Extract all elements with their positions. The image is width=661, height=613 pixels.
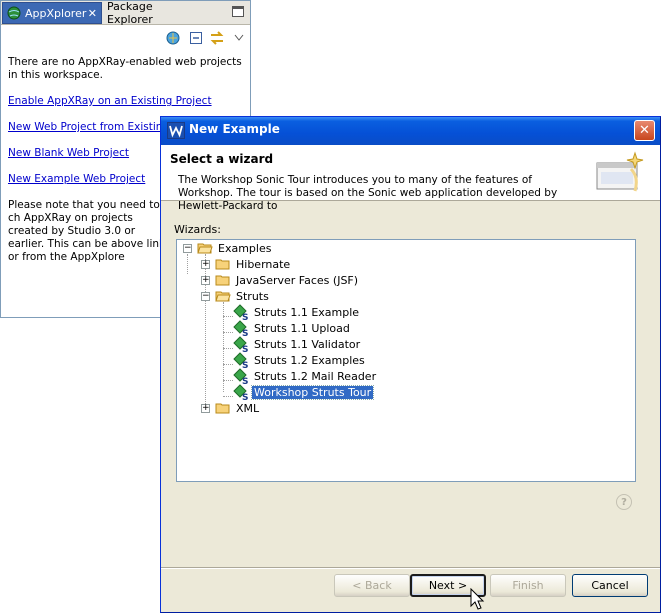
open-folder-icon — [215, 291, 231, 302]
tree-node-label: Struts 1.2 Examples — [254, 353, 365, 367]
svg-text:S: S — [242, 377, 248, 384]
expand-hibernate-icon[interactable]: + — [201, 260, 210, 269]
tree-node-label: Struts 1.2 Mail Reader — [254, 369, 377, 383]
wizards-tree[interactable]: − Examples + Hibernate + JavaServer Face… — [176, 239, 636, 482]
no-projects-text: There are no AppXRay-enabled web project… — [8, 56, 242, 81]
tab-appxplorer[interactable]: AppXplorer ✕ — [2, 2, 102, 24]
folder-icon — [215, 259, 230, 270]
tree-connector — [223, 396, 233, 397]
tree-node-workshop-struts-tour[interactable]: S Workshop Struts Tour — [233, 384, 375, 400]
wizards-label: Wizards: — [174, 223, 221, 236]
tab-package-explorer[interactable]: Package Explorer — [103, 0, 203, 26]
footer-divider — [161, 567, 660, 569]
tree-node-label: Workshop Struts Tour — [250, 384, 375, 400]
workshop-app-icon — [167, 122, 185, 139]
folder-icon — [215, 275, 230, 286]
dialog-titlebar[interactable]: New Example ✕ — [161, 117, 660, 145]
tree-node-label: Struts 1.1 Validator — [254, 337, 361, 351]
tree-node-label: Examples — [218, 241, 272, 255]
tree-connector — [223, 348, 233, 349]
tree-node-label: Hibernate — [236, 257, 291, 271]
tree-node-label: Struts 1.1 Upload — [254, 321, 350, 335]
refresh-globe-icon[interactable] — [164, 29, 182, 47]
collapse-examples-icon[interactable]: − — [183, 244, 192, 253]
svg-text:S: S — [242, 313, 248, 320]
view-menu-chevron-down-icon[interactable] — [230, 29, 248, 47]
tab-package-explorer-label: Package Explorer — [107, 0, 153, 26]
tree-node-label: JavaServer Faces (JSF) — [236, 273, 359, 287]
finish-button[interactable]: Finish — [490, 574, 566, 597]
wizard-header-description: The Workshop Sonic Tour introduces you t… — [178, 174, 558, 212]
tree-connector — [223, 380, 233, 381]
tree-connector — [223, 332, 233, 333]
note-text: Please note that you need to ch AppXRay … — [8, 199, 166, 263]
tree-node-hibernate[interactable]: Hibernate — [215, 256, 292, 272]
expand-xml-icon[interactable]: + — [201, 404, 210, 413]
back-button[interactable]: < Back — [334, 574, 410, 597]
tree-connector — [187, 254, 188, 274]
collapse-all-icon[interactable] — [187, 29, 205, 47]
tree-node-struts-1-1-example[interactable]: S Struts 1.1 Example — [233, 304, 361, 320]
tree-node-struts-1-1-upload[interactable]: S Struts 1.1 Upload — [233, 320, 352, 336]
close-dialog-button[interactable]: ✕ — [634, 120, 655, 141]
wizard-banner-icon — [595, 151, 645, 194]
tree-node-struts[interactable]: Struts — [215, 288, 271, 304]
tree-connector — [223, 364, 233, 365]
new-example-dialog: New Example ✕ Select a wizard The Worksh… — [160, 116, 661, 613]
struts-wizard-icon: S — [233, 384, 248, 400]
maximize-view-icon[interactable] — [232, 6, 244, 17]
help-icon[interactable]: ? — [616, 494, 632, 510]
globe-icon — [7, 6, 21, 20]
struts-wizard-icon: S — [233, 368, 248, 384]
wizard-header-title: Select a wizard — [170, 152, 274, 166]
open-folder-icon — [197, 243, 213, 254]
enable-appxray-link[interactable]: Enable AppXRay on an Existing Project — [8, 95, 248, 108]
tree-node-examples[interactable]: Examples — [197, 240, 273, 256]
svg-text:S: S — [242, 361, 248, 368]
tree-connector — [223, 316, 233, 317]
struts-wizard-icon: S — [233, 352, 248, 368]
tab-appxplorer-label: AppXplorer — [25, 6, 87, 20]
wizard-header: Select a wizard The Workshop Sonic Tour … — [161, 145, 660, 212]
tree-node-jsf[interactable]: JavaServer Faces (JSF) — [215, 272, 360, 288]
tree-node-struts-1-2-mail-reader[interactable]: S Struts 1.2 Mail Reader — [233, 368, 378, 384]
tree-node-struts-1-2-examples[interactable]: S Struts 1.2 Examples — [233, 352, 367, 368]
tree-node-label: Struts — [236, 289, 269, 303]
tree-node-struts-1-1-validator[interactable]: S Struts 1.1 Validator — [233, 336, 362, 352]
link-with-editor-icon[interactable] — [208, 29, 226, 47]
view-tab-bar: AppXplorer ✕ Package Explorer — [1, 0, 250, 26]
view-toolbar — [1, 26, 250, 50]
cancel-button[interactable]: Cancel — [572, 574, 648, 597]
svg-text:S: S — [242, 345, 248, 352]
folder-icon — [215, 403, 230, 414]
tree-node-label: XML — [236, 401, 260, 415]
expand-jsf-icon[interactable]: + — [201, 276, 210, 285]
tree-node-label: Struts 1.1 Example — [254, 305, 360, 319]
struts-wizard-icon: S — [233, 336, 248, 352]
mouse-pointer-icon — [470, 588, 485, 610]
svg-text:S: S — [242, 393, 248, 400]
tree-node-xml[interactable]: XML — [215, 400, 261, 416]
collapse-struts-icon[interactable]: − — [201, 292, 210, 301]
struts-wizard-icon: S — [233, 304, 248, 320]
svg-text:S: S — [242, 329, 248, 336]
dialog-title: New Example — [189, 122, 280, 136]
close-icon[interactable]: ✕ — [88, 7, 97, 20]
struts-wizard-icon: S — [233, 320, 248, 336]
